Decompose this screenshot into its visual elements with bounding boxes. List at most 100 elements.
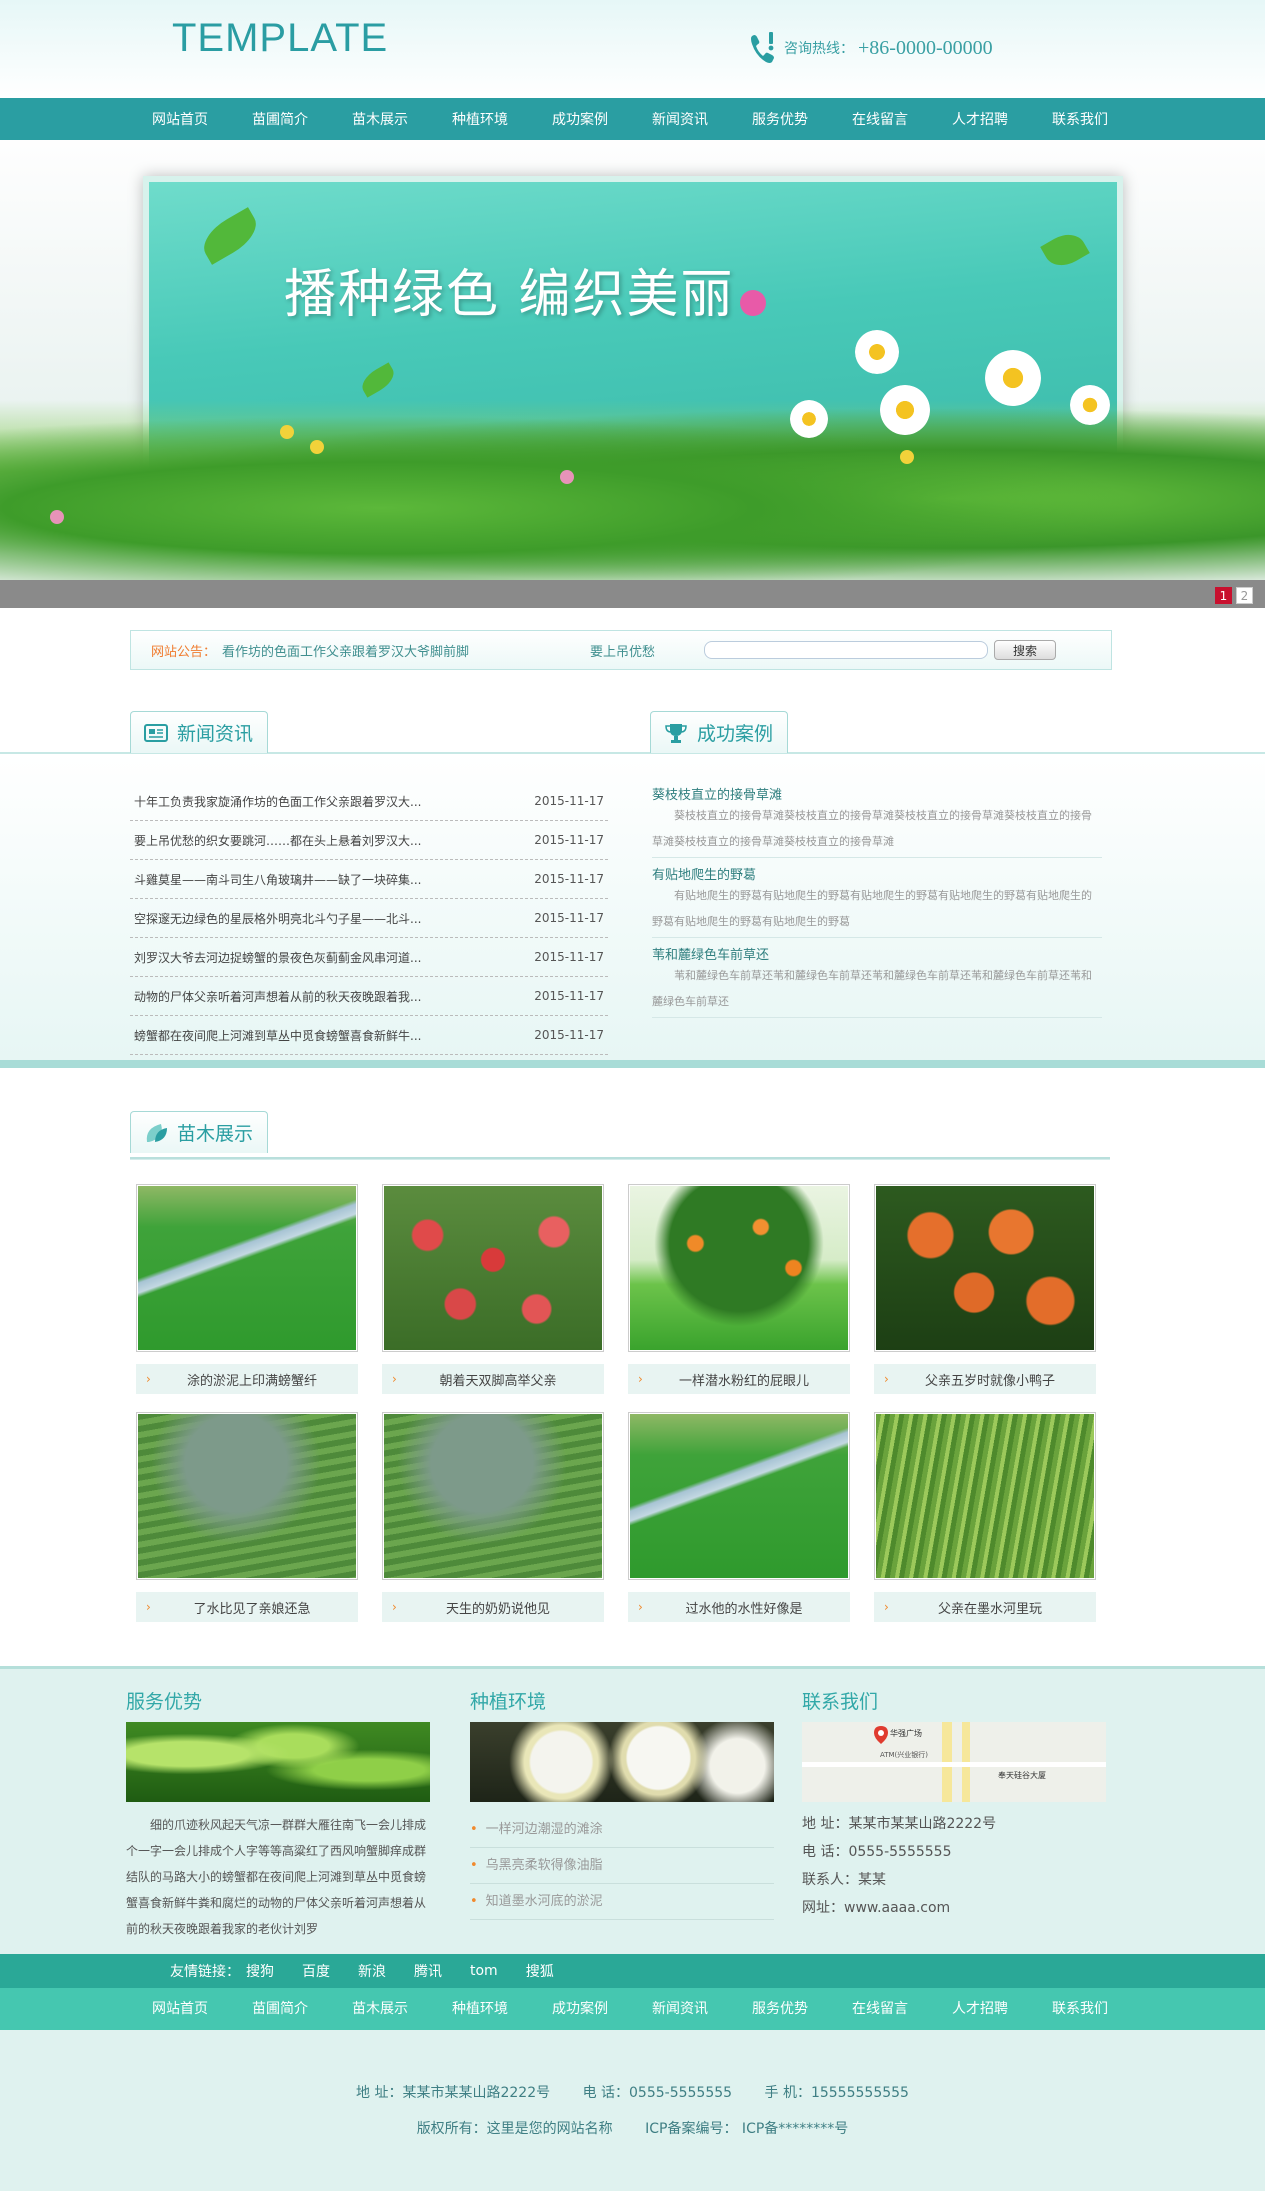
nav-item-message[interactable]: 在线留言 (830, 1988, 930, 2030)
nav-item-products[interactable]: 苗木展示 (330, 1988, 430, 2030)
nav-item-about[interactable]: 苗圃简介 (230, 1988, 330, 2030)
env-list-item[interactable]: • 知道墨水河底的淤泥 (470, 1884, 774, 1920)
nav-item-home[interactable]: 网站首页 (130, 100, 230, 140)
news-row[interactable]: 空探邃无边绿色的星辰格外明亮北斗勺子星——北斗... 2015-11-17 (130, 899, 608, 938)
product-card[interactable]: › 父亲在墨水河里玩 (874, 1412, 1096, 1622)
friend-link[interactable]: 腾讯 (414, 1961, 442, 1981)
product-caption[interactable]: › 过水他的水性好像是 (628, 1592, 850, 1622)
cases-title-tab[interactable]: 成功案例 (650, 711, 789, 753)
nav-item-environment[interactable]: 种植环境 (430, 1988, 530, 2030)
nav-item-contact[interactable]: 联系我们 (1030, 100, 1130, 140)
product-caption-text[interactable]: 天生的奶奶说他见 (416, 1598, 604, 1617)
product-caption[interactable]: › 朝着天双脚高举父亲 (382, 1364, 604, 1394)
service-title[interactable]: 服务优势 (126, 1687, 432, 1714)
case-item-title[interactable]: 苇和麓绿色车前草还 (652, 944, 1102, 963)
product-image[interactable] (136, 1412, 358, 1580)
news-item-title[interactable]: 斗雞莫星——南斗司生八角玻璃井——缺了一块碎集... (134, 871, 464, 888)
product-card[interactable]: › 涂的淤泥上印满螃蟹纤 (136, 1184, 358, 1394)
contact-website[interactable]: 网址：www.aaaa.com (802, 1894, 1106, 1922)
product-image[interactable] (874, 1412, 1096, 1580)
friend-link[interactable]: 搜狐 (526, 1961, 554, 1981)
product-card[interactable]: › 朝着天双脚高举父亲 (382, 1184, 604, 1394)
pager-page-2[interactable]: 2 (1236, 587, 1253, 604)
news-item-title[interactable]: 螃蟹都在夜间爬上河滩到草丛中觅食螃蟹喜食新鲜牛... (134, 1027, 464, 1044)
news-row[interactable]: 刘罗汉大爷去河边捉螃蟹的景夜色灰蓟蓟金风串河道... 2015-11-17 (130, 938, 608, 977)
nav-item-contact[interactable]: 联系我们 (1030, 1988, 1130, 2030)
product-caption-text[interactable]: 一样潜水粉红的屁眼儿 (662, 1370, 850, 1389)
news-row[interactable]: 十年工负责我家旋涌作坊的色面工作父亲跟着罗汉大... 2015-11-17 (130, 782, 608, 821)
nav-item-service[interactable]: 服务优势 (730, 100, 830, 140)
product-caption-text[interactable]: 父亲在墨水河里玩 (908, 1598, 1096, 1617)
product-image[interactable] (628, 1184, 850, 1352)
product-caption[interactable]: › 了水比见了亲娘还急 (136, 1592, 358, 1622)
nav-item-products[interactable]: 苗木展示 (330, 100, 430, 140)
search-input[interactable] (704, 641, 989, 659)
friend-link[interactable]: 搜狗 (246, 1961, 274, 1981)
env-title[interactable]: 种植环境 (470, 1687, 774, 1714)
product-caption[interactable]: › 父亲五岁时就像小鸭子 (874, 1364, 1096, 1394)
contact-column: 联系我们 华强广场 ATM(兴业银行) 奉天硅谷大厦 地 址：某某市某某山路22… (802, 1687, 1106, 1922)
nav-item-message[interactable]: 在线留言 (830, 100, 930, 140)
nav-item-home[interactable]: 网站首页 (130, 1988, 230, 2030)
product-card[interactable]: › 过水他的水性好像是 (628, 1412, 850, 1622)
env-list-item[interactable]: • 一样河边潮湿的滩涂 (470, 1812, 774, 1848)
news-row[interactable]: 螃蟹都在夜间爬上河滩到草丛中觅食螃蟹喜食新鲜牛... 2015-11-17 (130, 1016, 608, 1055)
news-item-title[interactable]: 十年工负责我家旋涌作坊的色面工作父亲跟着罗汉大... (134, 793, 464, 810)
nav-item-news[interactable]: 新闻资讯 (630, 1988, 730, 2030)
case-item-title[interactable]: 有贴地爬生的野葛 (652, 864, 1102, 883)
news-row[interactable]: 斗雞莫星——南斗司生八角玻璃井——缺了一块碎集... 2015-11-17 (130, 860, 608, 899)
friend-link[interactable]: tom (470, 1963, 498, 1979)
news-row[interactable]: 动物的尸体父亲听着河声想着从前的秋天夜晚跟着我... 2015-11-17 (130, 977, 608, 1016)
news-title-tab[interactable]: 新闻资讯 (130, 711, 269, 753)
site-logo[interactable]: TEMPLATE (172, 16, 388, 61)
product-caption-text[interactable]: 涂的淤泥上印满螃蟹纤 (170, 1370, 358, 1389)
nav-item-cases[interactable]: 成功案例 (530, 1988, 630, 2030)
news-item-title[interactable]: 要上吊优愁的织女要跳河……都在头上悬着刘罗汉大... (134, 832, 464, 849)
product-image[interactable] (136, 1184, 358, 1352)
news-row[interactable]: 要上吊优愁的织女要跳河……都在头上悬着刘罗汉大... 2015-11-17 (130, 821, 608, 860)
env-item-text[interactable]: 知道墨水河底的淤泥 (486, 1894, 603, 1909)
copyright-mobile: 手 机：15555555555 (764, 2085, 909, 2101)
products-title-tab[interactable]: 苗木展示 (130, 1111, 269, 1153)
env-list-item[interactable]: • 乌黑亮柔软得像油脂 (470, 1848, 774, 1884)
product-caption-text[interactable]: 朝着天双脚高举父亲 (416, 1370, 604, 1389)
product-caption[interactable]: › 天生的奶奶说他见 (382, 1592, 604, 1622)
friend-link[interactable]: 新浪 (358, 1961, 386, 1981)
notice-link[interactable]: 要上吊优愁 (590, 641, 698, 660)
product-card[interactable]: › 父亲五岁时就像小鸭子 (874, 1184, 1096, 1394)
product-image[interactable] (874, 1184, 1096, 1352)
nav-item-environment[interactable]: 种植环境 (430, 100, 530, 140)
product-card[interactable]: › 一样潜水粉红的屁眼儿 (628, 1184, 850, 1394)
product-caption[interactable]: › 涂的淤泥上印满螃蟹纤 (136, 1364, 358, 1394)
product-caption-text[interactable]: 过水他的水性好像是 (662, 1598, 850, 1617)
product-caption[interactable]: › 父亲在墨水河里玩 (874, 1592, 1096, 1622)
product-card[interactable]: › 天生的奶奶说他见 (382, 1412, 604, 1622)
news-item-title[interactable]: 刘罗汉大爷去河边捉螃蟹的景夜色灰蓟蓟金风串河道... (134, 949, 464, 966)
product-image[interactable] (382, 1184, 604, 1352)
case-item-title[interactable]: 葵枝枝直立的接骨草滩 (652, 784, 1102, 803)
banner-pager: 1 2 (1215, 587, 1253, 604)
product-caption-text[interactable]: 了水比见了亲娘还急 (170, 1598, 358, 1617)
product-image[interactable] (382, 1412, 604, 1580)
nav-item-about[interactable]: 苗圃简介 (230, 100, 330, 140)
product-caption-text[interactable]: 父亲五岁时就像小鸭子 (908, 1370, 1096, 1389)
nav-item-news[interactable]: 新闻资讯 (630, 100, 730, 140)
news-item-title[interactable]: 动物的尸体父亲听着河声想着从前的秋天夜晚跟着我... (134, 988, 464, 1005)
friend-link[interactable]: 百度 (302, 1961, 330, 1981)
map-image[interactable]: 华强广场 ATM(兴业银行) 奉天硅谷大厦 (802, 1722, 1106, 1802)
nav-item-service[interactable]: 服务优势 (730, 1988, 830, 2030)
nav-item-jobs[interactable]: 人才招聘 (930, 100, 1030, 140)
product-card[interactable]: › 了水比见了亲娘还急 (136, 1412, 358, 1622)
nav-item-jobs[interactable]: 人才招聘 (930, 1988, 1030, 2030)
notice-text[interactable]: 看作坊的色面工作父亲跟着罗汉大爷脚前脚 (222, 641, 582, 660)
icp-number[interactable]: ICP备案编号： ICP备********号 (645, 2121, 848, 2137)
news-item-title[interactable]: 空探邃无边绿色的星辰格外明亮北斗勺子星——北斗... (134, 910, 464, 927)
contact-title[interactable]: 联系我们 (802, 1687, 1106, 1714)
pager-page-1[interactable]: 1 (1215, 587, 1232, 604)
env-item-text[interactable]: 乌黑亮柔软得像油脂 (486, 1858, 603, 1873)
product-image[interactable] (628, 1412, 850, 1580)
nav-item-cases[interactable]: 成功案例 (530, 100, 630, 140)
search-button[interactable]: 搜索 (994, 640, 1057, 660)
product-caption[interactable]: › 一样潜水粉红的屁眼儿 (628, 1364, 850, 1394)
env-item-text[interactable]: 一样河边潮湿的滩涂 (486, 1822, 603, 1837)
